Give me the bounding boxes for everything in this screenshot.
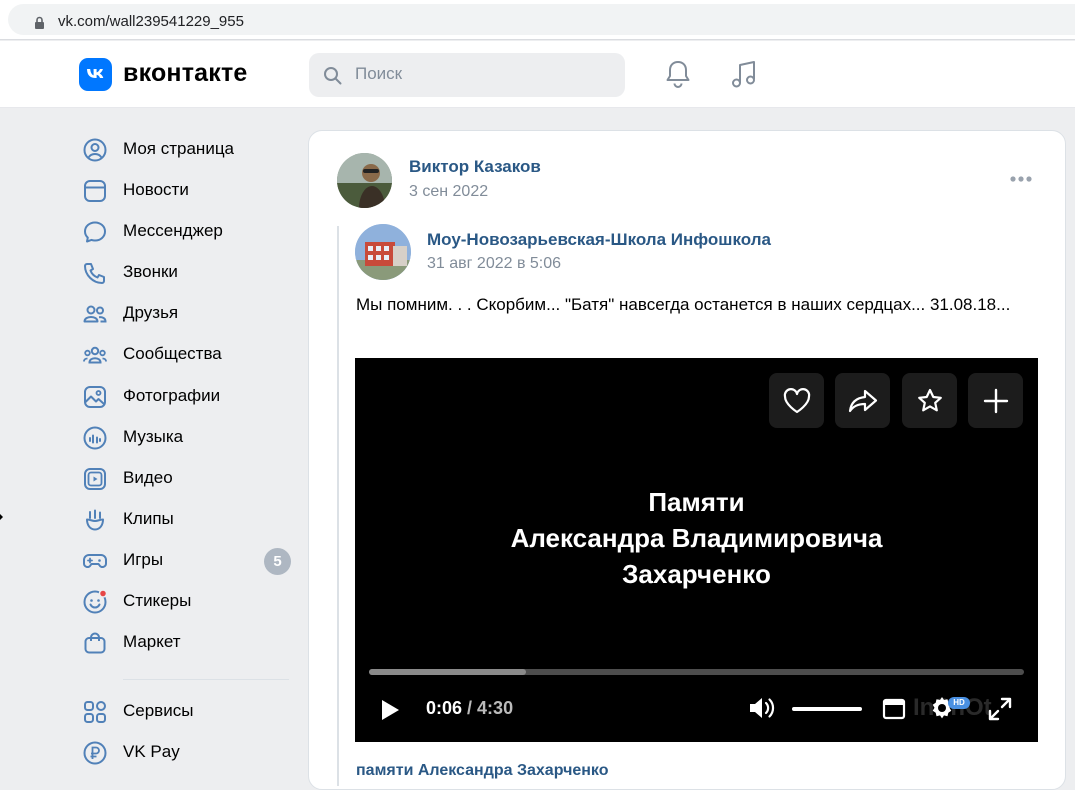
sidebar-item-market[interactable]: Маркет: [80, 623, 292, 661]
sidebar-item-label: Маркет: [123, 632, 181, 651]
repost-author-link[interactable]: Моу-Новозарьевская-Школа Инфошкола: [427, 230, 771, 250]
video-buffered-fill: [369, 669, 526, 675]
sidebar-item-label: Клипы: [123, 509, 174, 528]
search-input[interactable]: [355, 64, 605, 84]
sidebar-item-label: Друзья: [123, 303, 179, 322]
sidebar-item-label: Новости: [123, 180, 189, 199]
more-options-icon[interactable]: [1009, 175, 1033, 183]
sidebar-item-label: Сервисы: [123, 701, 194, 720]
vk-logo-icon[interactable]: [79, 58, 112, 91]
text-cursor-icon: [0, 514, 3, 520]
volume-icon[interactable]: [747, 695, 777, 721]
plus-icon: [983, 388, 1008, 413]
clips-icon: [86, 509, 104, 531]
sidebar-item-services[interactable]: Сервисы: [80, 692, 292, 730]
music-icon: [83, 426, 107, 450]
sidebar-divider: [123, 679, 289, 680]
sidebar-item-label: VK Pay: [123, 742, 180, 761]
games-icon: [83, 554, 107, 568]
repost-date[interactable]: 31 авг 2022 в 5:06: [427, 255, 561, 273]
newsfeed-icon: [84, 180, 106, 202]
post-date[interactable]: 3 сен 2022: [409, 183, 488, 201]
sidebar-item-my-page[interactable]: Моя страница: [80, 130, 292, 168]
browser-address-bar: vk.com/wall239541229_955: [0, 0, 1075, 40]
phone-icon: [84, 263, 105, 284]
repost-divider: [337, 226, 339, 786]
games-counter-badge: 5: [264, 548, 291, 575]
bell-icon[interactable]: [664, 59, 692, 89]
hd-badge: HD: [948, 697, 970, 709]
sidebar-item-music[interactable]: Музыка: [80, 418, 292, 456]
star-icon: [917, 388, 942, 411]
services-icon: [84, 701, 106, 723]
video-title-overlay: Памяти Александра Владимировича Захарчен…: [355, 484, 1038, 592]
sidebar-item-label: Моя страница: [123, 139, 235, 158]
sidebar-item-friends[interactable]: Друзья: [80, 294, 292, 332]
share-video-button[interactable]: [835, 373, 890, 428]
play-icon[interactable]: [379, 698, 401, 722]
video-icon: [84, 468, 106, 490]
sidebar-item-video[interactable]: Видео: [80, 459, 292, 497]
author-avatar[interactable]: [337, 153, 392, 208]
share-icon: [848, 389, 877, 412]
logo-text[interactable]: вконтакте: [123, 59, 248, 88]
sidebar-item-label: Сообщества: [123, 344, 222, 363]
sidebar-item-clips[interactable]: Клипы: [80, 500, 292, 538]
duration: 4:30: [477, 698, 514, 718]
video-player[interactable]: Памяти Александра Владимировича Захарчен…: [355, 358, 1038, 742]
post-author-link[interactable]: Виктор Казаков: [409, 157, 541, 177]
sidebar-item-vk-pay[interactable]: VK Pay: [80, 733, 292, 771]
search-box[interactable]: [309, 53, 625, 97]
sidebar-item-news[interactable]: Новости: [80, 171, 292, 209]
sidebar-item-calls[interactable]: Звонки: [80, 253, 292, 291]
community-avatar[interactable]: [355, 224, 411, 280]
sidebar-item-label: Мессенджер: [123, 221, 223, 240]
search-icon: [324, 67, 342, 85]
message-icon: [84, 221, 106, 243]
sidebar-item-games[interactable]: Игры 5: [80, 541, 292, 579]
sidebar-item-communities[interactable]: Сообщества: [80, 335, 292, 373]
video-caption-link[interactable]: памяти Александра Захарченко: [356, 762, 609, 780]
heart-icon: [783, 387, 810, 413]
miniplayer-icon[interactable]: [882, 698, 906, 720]
user-circle-icon: [83, 138, 107, 162]
sidebar-item-stickers[interactable]: Стикеры: [80, 582, 292, 620]
lock-icon: [35, 16, 44, 29]
video-title-line: Александра Владимировича: [510, 523, 883, 553]
sidebar-item-label: Игры: [123, 550, 164, 569]
sidebar-item-label: Звонки: [123, 262, 178, 281]
add-video-button[interactable]: [968, 373, 1023, 428]
stickers-icon: [83, 589, 108, 614]
video-title-line: Захарченко: [622, 559, 771, 589]
wall-post: Виктор Казаков 3 сен 2022 Моу-Новозарьев…: [308, 130, 1066, 790]
video-title-line: Памяти: [648, 487, 745, 517]
volume-slider[interactable]: [792, 707, 862, 711]
friends-icon: [83, 305, 107, 323]
favorite-video-button[interactable]: [902, 373, 957, 428]
url-field[interactable]: vk.com/wall239541229_955: [8, 4, 1075, 35]
url-text: vk.com/wall239541229_955: [58, 13, 244, 30]
sidebar-item-label: Музыка: [123, 427, 184, 446]
post-text: Мы помним. . . Скорбим... "Батя" навсегд…: [356, 295, 1011, 314]
communities-icon: [83, 346, 107, 364]
sidebar-item-label: Стикеры: [123, 591, 192, 610]
top-header: вконтакте: [0, 41, 1075, 108]
video-progress-bar[interactable]: [369, 669, 1024, 675]
sidebar-item-label: Фотографии: [123, 386, 221, 405]
like-video-button[interactable]: [769, 373, 824, 428]
photos-icon: [84, 386, 106, 408]
market-icon: [84, 632, 106, 654]
fullscreen-icon[interactable]: [987, 696, 1013, 722]
sidebar-item-messenger[interactable]: Мессенджер: [80, 212, 292, 250]
music-note-icon[interactable]: [729, 59, 759, 89]
video-time: 0:06 / 4:30: [426, 698, 514, 718]
sidebar-item-label: Видео: [123, 468, 173, 487]
vkpay-icon: [83, 741, 107, 765]
sidebar-item-photos[interactable]: Фотографии: [80, 377, 292, 415]
current-time: 0:06: [426, 698, 463, 718]
